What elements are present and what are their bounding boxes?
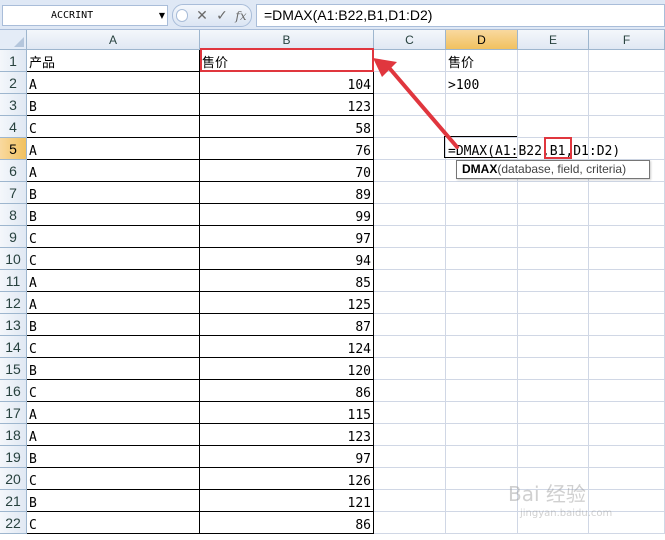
annotation-arrow (373, 58, 459, 149)
watermark-logo: Bai 经验 (508, 482, 586, 506)
watermark-url: jingyan.baidu.com (520, 508, 613, 519)
arrow-line (383, 61, 459, 149)
